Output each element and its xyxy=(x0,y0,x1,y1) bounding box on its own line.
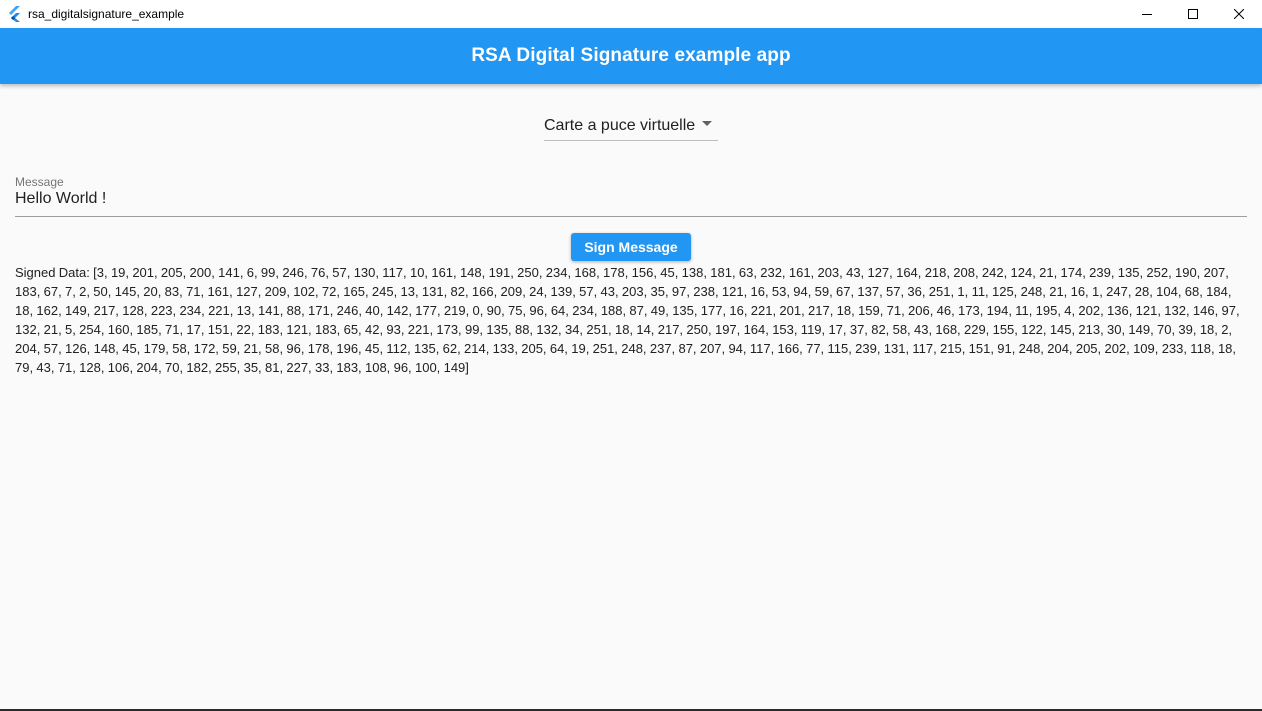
app-bar-title: RSA Digital Signature example app xyxy=(471,45,791,66)
message-input[interactable] xyxy=(15,190,1247,208)
maximize-icon xyxy=(1188,9,1198,19)
app-bar: RSA Digital Signature example app xyxy=(0,28,1262,84)
title-bar: rsa_digitalsignature_example xyxy=(0,0,1262,28)
window-controls xyxy=(1124,0,1262,28)
minimize-button[interactable] xyxy=(1124,0,1170,28)
maximize-button[interactable] xyxy=(1170,0,1216,28)
flutter-logo-icon xyxy=(9,6,20,22)
close-icon xyxy=(1234,9,1244,19)
smartcard-dropdown[interactable]: Carte a puce virtuelle xyxy=(544,111,718,141)
close-button[interactable] xyxy=(1216,0,1262,28)
sign-message-button[interactable]: Sign Message xyxy=(571,233,691,261)
dropdown-selected-value: Carte a puce virtuelle xyxy=(544,116,696,134)
window-title: rsa_digitalsignature_example xyxy=(28,7,185,21)
app-window: rsa_digitalsignature_example RSA Digital… xyxy=(0,0,1262,711)
dropdown-arrow-icon xyxy=(702,121,712,126)
signed-data-text: Signed Data: [3, 19, 201, 205, 200, 141,… xyxy=(15,265,1240,375)
minimize-icon xyxy=(1142,14,1152,15)
message-field-label: Message xyxy=(15,175,64,189)
message-field: Message xyxy=(15,174,1247,217)
